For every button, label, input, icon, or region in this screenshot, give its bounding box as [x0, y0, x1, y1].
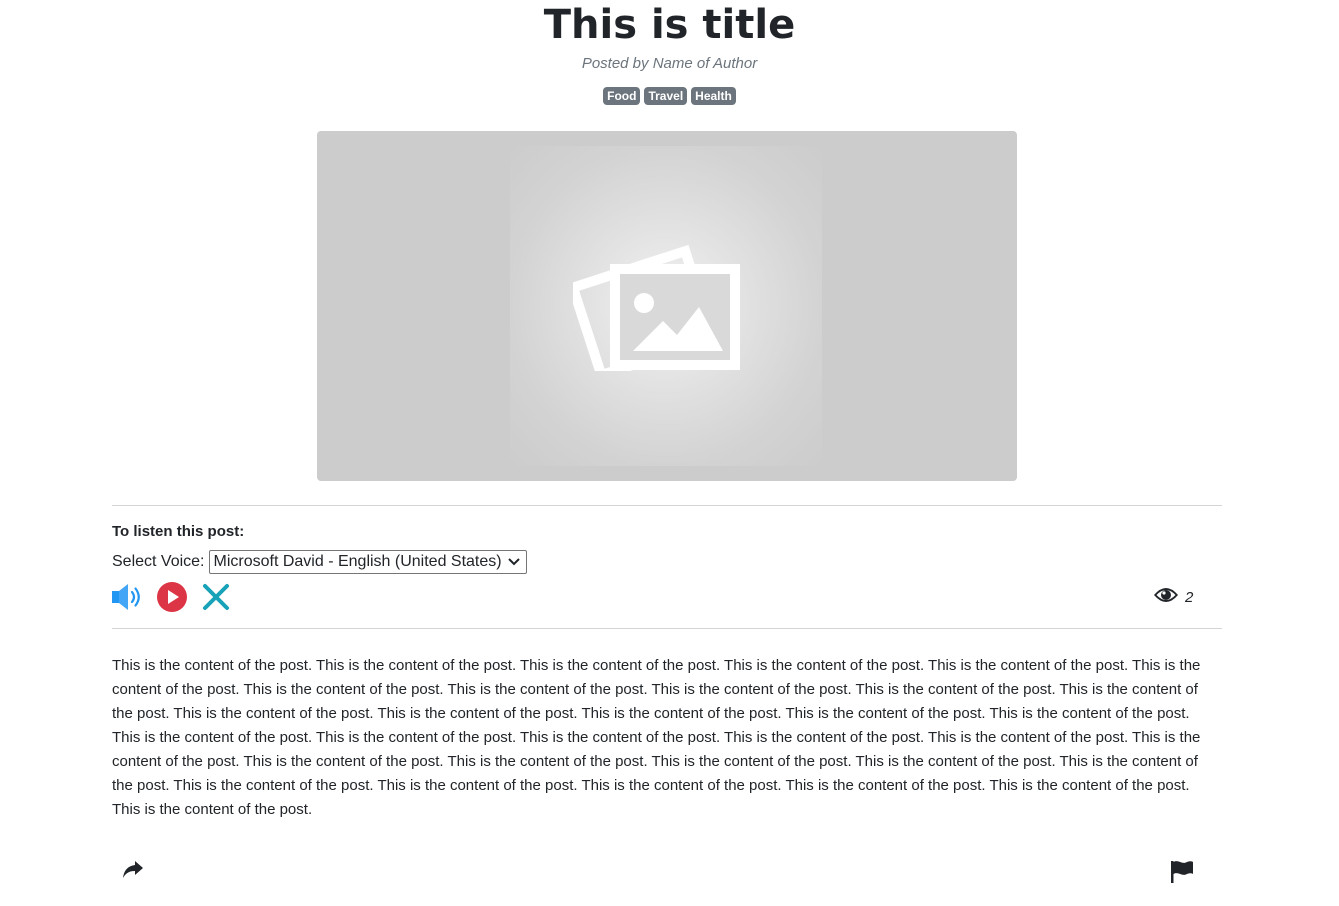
speech-controls — [112, 582, 230, 612]
post-page: This is title Posted by Name of Author F… — [0, 0, 1339, 906]
view-counter: 2 — [1153, 586, 1193, 608]
tag-health[interactable]: Health — [691, 87, 736, 105]
image-placeholder-icon — [573, 244, 740, 371]
post-image — [317, 131, 1017, 481]
chevron-down-icon — [507, 553, 520, 571]
view-count: 2 — [1185, 588, 1194, 606]
tag-travel[interactable]: Travel — [644, 87, 688, 105]
share-icon[interactable] — [122, 860, 144, 885]
voice-label: Select Voice: — [112, 553, 205, 570]
voice-select-value: Microsoft David - English (United States… — [213, 553, 502, 570]
divider-top — [112, 505, 1222, 506]
post-content: This is the content of the post. This is… — [112, 657, 1201, 818]
post-title: This is title — [543, 2, 796, 48]
post-author: Posted by Name of Author — [581, 55, 758, 72]
listen-heading: To listen this post: — [112, 523, 245, 540]
flag-icon[interactable] — [1169, 859, 1195, 890]
voice-select[interactable]: Microsoft David - English (United States… — [208, 550, 527, 574]
voice-row: Select Voice: Microsoft David - English … — [112, 550, 527, 574]
eye-icon — [1153, 586, 1179, 608]
tag-list: Food Travel Health — [0, 87, 1339, 105]
tag-food[interactable]: Food — [603, 87, 641, 105]
close-icon[interactable] — [202, 583, 230, 611]
volume-icon[interactable] — [112, 582, 144, 612]
divider-bottom — [112, 628, 1222, 629]
play-icon[interactable] — [157, 582, 187, 612]
